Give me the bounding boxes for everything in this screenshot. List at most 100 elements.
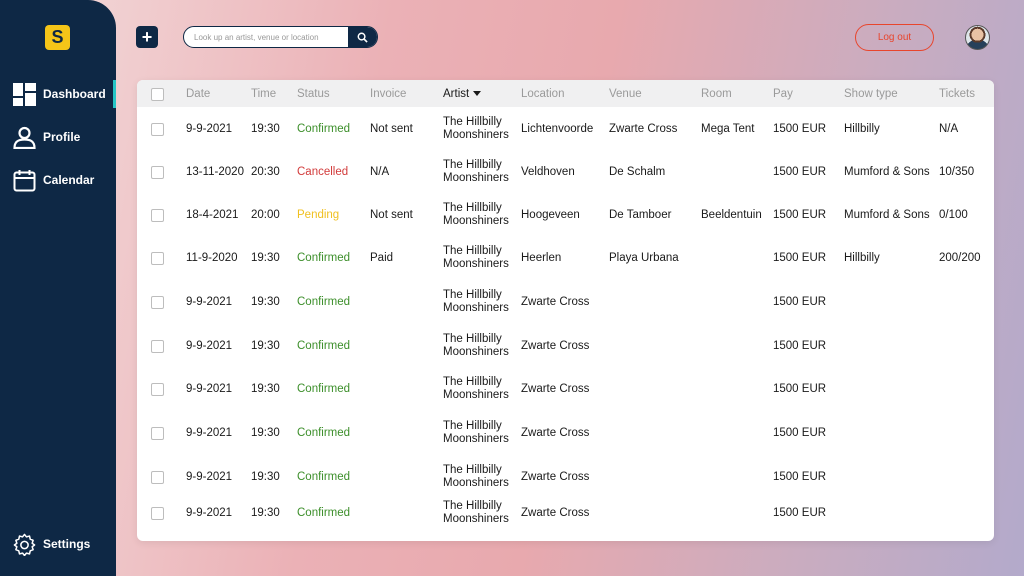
sort-descending-icon — [473, 91, 482, 96]
app-logo[interactable]: S — [45, 25, 70, 50]
cell-location: Zwarte Cross — [521, 383, 590, 395]
cell-status: Pending — [297, 209, 340, 221]
row-checkbox[interactable] — [151, 507, 164, 520]
row-checkbox[interactable] — [151, 340, 164, 353]
cell-show-type: Hillbilly — [844, 123, 880, 135]
sidebar-item-profile[interactable]: Profile — [12, 124, 116, 150]
column-header-location[interactable]: Location — [521, 88, 564, 101]
calendar-icon — [12, 168, 36, 192]
column-header-show-type[interactable]: Show type — [844, 88, 898, 101]
cell-status: Confirmed — [297, 383, 351, 395]
cell-status: Confirmed — [297, 471, 351, 483]
cell-date: 9-9-2021 — [186, 471, 233, 483]
cell-time: 19:30 — [251, 296, 280, 308]
cell-invoice: Not sent — [370, 209, 413, 221]
column-header-venue[interactable]: Venue — [609, 88, 642, 101]
cell-pay: 1500 EUR — [773, 427, 827, 439]
sidebar-item-label: Settings — [43, 537, 91, 551]
cell-date: 9-9-2021 — [186, 427, 233, 439]
cell-room: Mega Tent — [701, 123, 755, 135]
cell-date: 9-9-2021 — [186, 507, 233, 519]
row-checkbox[interactable] — [151, 123, 164, 136]
search-icon — [357, 32, 368, 43]
cell-artist: The Hillbilly — [443, 289, 502, 301]
sidebar-item-label: Profile — [43, 130, 81, 144]
cell-invoice: N/A — [370, 166, 390, 178]
sidebar: S Dashboard Profile Calendar Settings — [0, 0, 116, 576]
cell-tickets: 10/350 — [939, 166, 975, 178]
search-input[interactable] — [184, 27, 349, 47]
row-checkbox[interactable] — [151, 383, 164, 396]
cell-artist: The Hillbilly — [443, 333, 502, 345]
row-checkbox[interactable] — [151, 471, 164, 484]
cell-location: Zwarte Cross — [521, 296, 590, 308]
cell-artist: The Hillbilly — [443, 202, 502, 214]
column-header-tickets[interactable]: Tickets — [939, 88, 975, 101]
cell-tickets: 0/100 — [939, 209, 968, 221]
cell-location: Zwarte Cross — [521, 427, 590, 439]
add-button[interactable]: + — [136, 26, 158, 48]
cell-status: Confirmed — [297, 427, 351, 439]
cell-artist: Moonshiners — [443, 346, 509, 358]
cell-invoice: Not sent — [370, 123, 413, 135]
cell-status: Confirmed — [297, 507, 351, 519]
column-header-label: Artist — [443, 88, 470, 100]
row-checkbox[interactable] — [151, 296, 164, 309]
cell-artist: The Hillbilly — [443, 159, 502, 171]
row-checkbox[interactable] — [151, 166, 164, 179]
cell-status: Confirmed — [297, 296, 351, 308]
cell-time: 19:30 — [251, 507, 280, 519]
cell-location: Hoogeveen — [521, 209, 580, 221]
cell-artist: The Hillbilly — [443, 500, 502, 512]
column-header-date[interactable]: Date — [186, 88, 210, 101]
cell-artist: Moonshiners — [443, 477, 509, 489]
logout-button[interactable]: Log out — [855, 24, 934, 51]
cell-pay: 1500 EUR — [773, 296, 827, 308]
cell-time: 19:30 — [251, 427, 280, 439]
cell-date: 13-11-2020 — [186, 166, 244, 178]
column-header-pay[interactable]: Pay — [773, 88, 793, 101]
cell-status: Cancelled — [297, 166, 349, 178]
cell-artist: Moonshiners — [443, 513, 509, 525]
avatar[interactable] — [965, 25, 990, 50]
cell-time: 19:30 — [251, 123, 280, 135]
column-header-invoice[interactable]: Invoice — [370, 88, 406, 101]
row-checkbox[interactable] — [151, 209, 164, 222]
cell-location: Zwarte Cross — [521, 507, 590, 519]
cell-time: 19:30 — [251, 383, 280, 395]
cell-venue: De Tamboer — [609, 209, 672, 221]
column-header-time[interactable]: Time — [251, 88, 276, 101]
cell-pay: 1500 EUR — [773, 383, 827, 395]
cell-pay: 1500 EUR — [773, 166, 827, 178]
cell-status: Confirmed — [297, 252, 351, 264]
cell-artist: Moonshiners — [443, 215, 509, 227]
table-header: Date Time Status Invoice Artist Location… — [137, 80, 994, 107]
select-all-checkbox[interactable] — [151, 88, 164, 101]
column-header-room[interactable]: Room — [701, 88, 732, 101]
column-header-status[interactable]: Status — [297, 88, 330, 101]
sidebar-item-label: Calendar — [43, 173, 95, 187]
search-button[interactable] — [348, 27, 377, 47]
cell-pay: 1500 EUR — [773, 507, 827, 519]
sidebar-item-calendar[interactable]: Calendar — [12, 167, 116, 193]
cell-location: Zwarte Cross — [521, 471, 590, 483]
cell-artist: The Hillbilly — [443, 464, 502, 476]
cell-time: 19:30 — [251, 252, 280, 264]
bookings-table: Date Time Status Invoice Artist Location… — [137, 80, 994, 541]
cell-tickets: 200/200 — [939, 252, 981, 264]
cell-artist: The Hillbilly — [443, 116, 502, 128]
cell-date: 11-9-2020 — [186, 252, 238, 264]
cell-artist: Moonshiners — [443, 302, 509, 314]
cell-date: 9-9-2021 — [186, 296, 233, 308]
cell-time: 20:30 — [251, 166, 280, 178]
sidebar-item-settings[interactable]: Settings — [12, 531, 116, 557]
column-header-artist[interactable]: Artist — [443, 88, 482, 101]
row-checkbox[interactable] — [151, 252, 164, 265]
sidebar-item-dashboard[interactable]: Dashboard — [12, 80, 116, 108]
cell-pay: 1500 EUR — [773, 340, 827, 352]
cell-date: 9-9-2021 — [186, 123, 233, 135]
cell-status: Confirmed — [297, 123, 351, 135]
row-checkbox[interactable] — [151, 427, 164, 440]
cell-location: Heerlen — [521, 252, 562, 264]
cell-location: Lichtenvoorde — [521, 123, 594, 135]
